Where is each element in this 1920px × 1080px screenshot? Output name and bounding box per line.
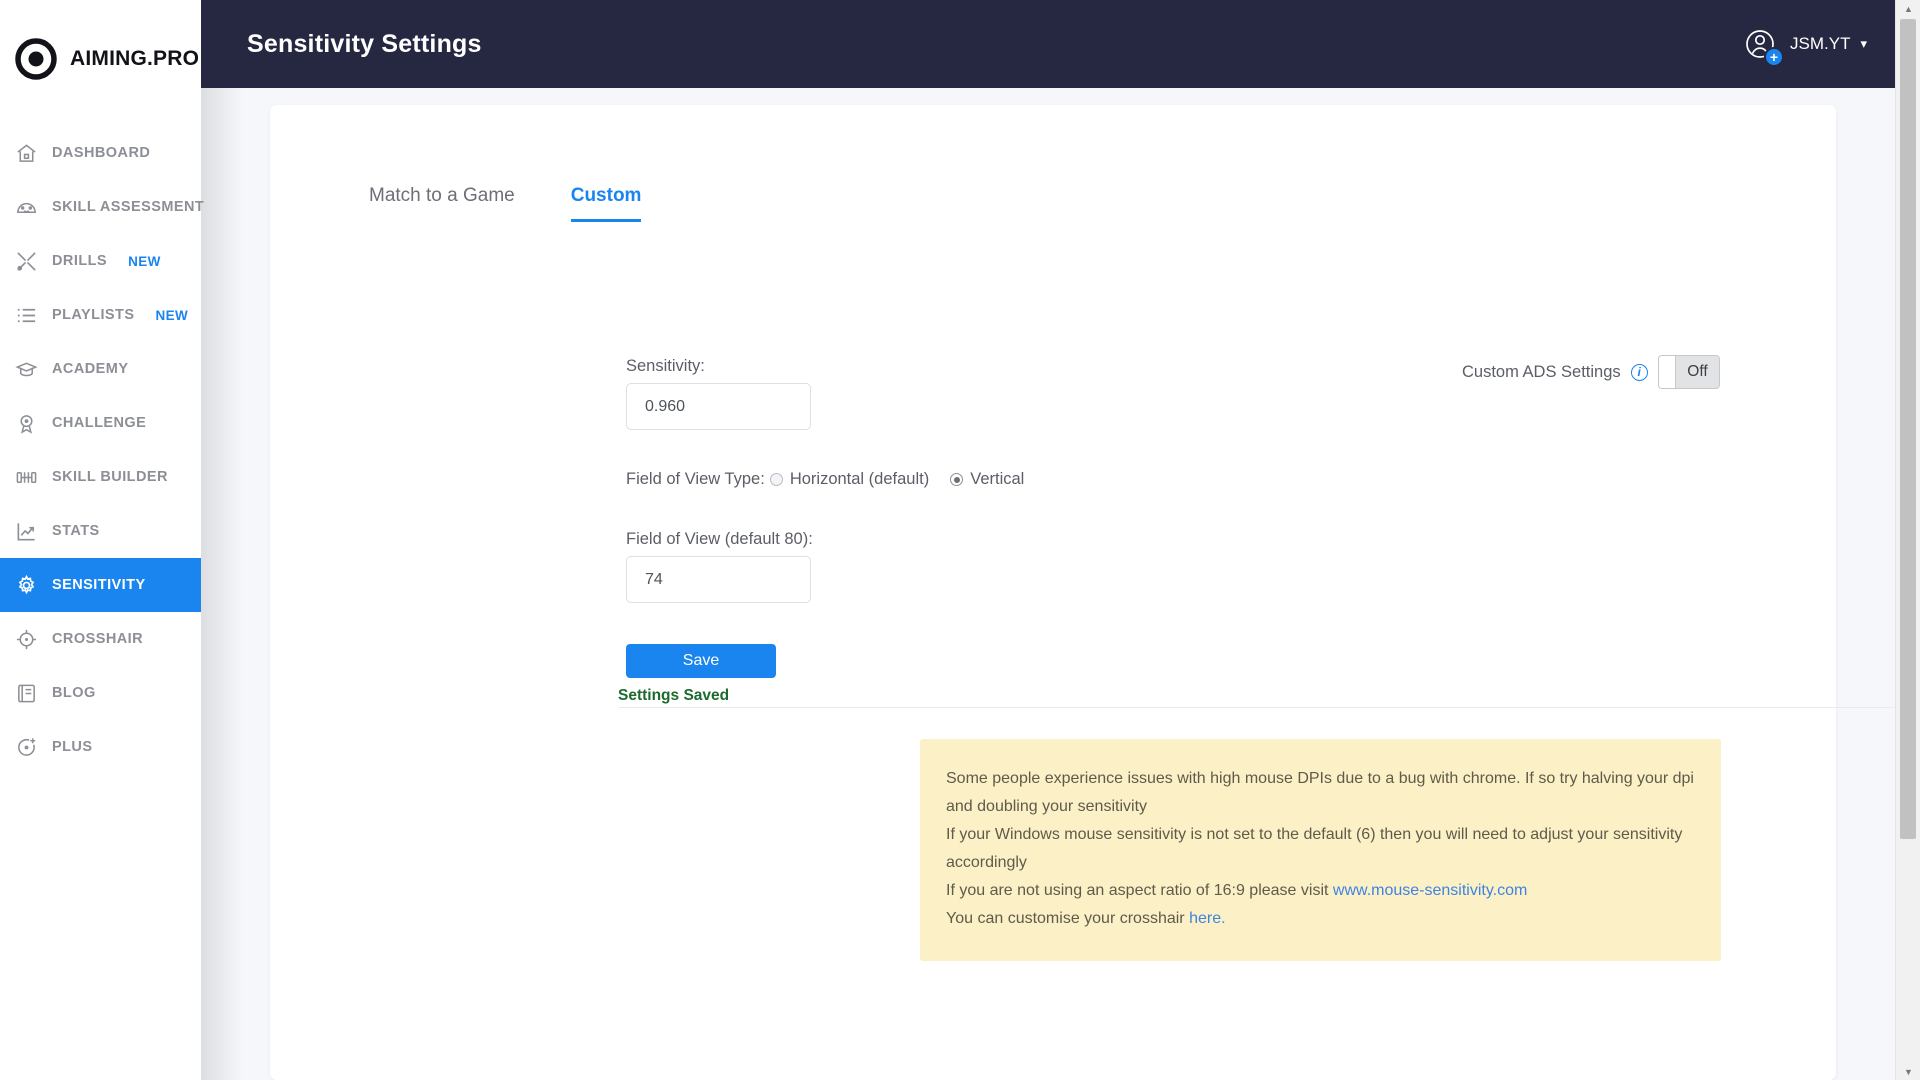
sidebar-item-label: PLUS (52, 739, 92, 755)
home-icon (14, 141, 38, 165)
sidebar-item-skill-builder[interactable]: SKILL BUILDER (0, 450, 201, 504)
fov-input[interactable] (626, 556, 811, 603)
target-icon (14, 37, 58, 81)
brand-name: AIMING.PRO (70, 47, 199, 71)
sidebar-item-label: DASHBOARD (52, 145, 150, 161)
sensitivity-label: Sensitivity: (626, 357, 705, 376)
sidebar-item-plus[interactable]: PLUS (0, 720, 201, 774)
sidebar-item-label: STATS (52, 523, 100, 539)
sidebar-item-drills[interactable]: DRILLS NEW (0, 234, 201, 288)
sidebar-item-stats[interactable]: STATS (0, 504, 201, 558)
user-menu[interactable]: + JSM.YT ▾ (1739, 23, 1867, 65)
note-line-2: If your Windows mouse sensitivity is not… (946, 821, 1695, 877)
sidebar-item-skill-assessment[interactable]: SKILL ASSESSMENT (0, 180, 201, 234)
sidebar-nav: DASHBOARD SKILL ASSESSMENT DRILLS NEW PL… (0, 126, 201, 774)
custom-ads-label: Custom ADS Settings (1462, 363, 1621, 382)
sidebar-item-academy[interactable]: ACADEMY (0, 342, 201, 396)
dumbbell-icon (14, 465, 38, 489)
settings-card: Match to a Game Custom Sensitivity: Fiel… (270, 105, 1836, 1080)
sidebar-item-sensitivity[interactable]: SENSITIVITY (0, 558, 201, 612)
sidebar-item-blog[interactable]: BLOG (0, 666, 201, 720)
book-icon (14, 681, 38, 705)
gauge-icon (14, 195, 38, 219)
avatar: + (1739, 23, 1781, 65)
note-line-3: If you are not using an aspect ratio of … (946, 877, 1695, 905)
sensitivity-input[interactable] (626, 383, 811, 430)
medal-icon (14, 411, 38, 435)
radio-horizontal-label: Horizontal (default) (790, 470, 929, 489)
list-icon (14, 303, 38, 327)
browser-scrollbar[interactable]: ▲ ▼ (1895, 0, 1920, 1080)
avatar-add-badge[interactable]: + (1764, 47, 1784, 67)
note-line-1: Some people experience issues with high … (946, 765, 1695, 821)
gear-icon (14, 573, 38, 597)
target-plus-icon (14, 735, 38, 759)
sidebar-item-label: SKILL ASSESSMENT (52, 199, 204, 215)
sidebar-item-dashboard[interactable]: DASHBOARD (0, 126, 201, 180)
scroll-down-arrow-icon[interactable]: ▼ (1896, 1063, 1920, 1080)
section-divider (619, 707, 1920, 708)
custom-ads-toggle[interactable]: Off (1658, 355, 1720, 389)
custom-ads-row: Custom ADS Settings i Off (1462, 355, 1720, 389)
sidebar: AIMING.PRO DASHBOARD SKILL ASSESSMENT DR… (0, 0, 201, 1080)
sidebar-item-challenge[interactable]: CHALLENGE (0, 396, 201, 450)
tab-custom[interactable]: Custom (571, 185, 642, 222)
note-line-4-text: You can customise your crosshair (946, 910, 1189, 927)
note-line-3-text: If you are not using an aspect ratio of … (946, 882, 1333, 899)
sidebar-item-label: BLOG (52, 685, 96, 701)
tab-bar: Match to a Game Custom (369, 185, 641, 222)
toggle-state-label: Off (1687, 363, 1718, 381)
radio-vertical[interactable] (950, 473, 963, 486)
sidebar-item-label: SKILL BUILDER (52, 469, 168, 485)
sidebar-item-label: SENSITIVITY (52, 577, 146, 593)
radio-horizontal[interactable] (770, 473, 783, 486)
fov-label: Field of View (default 80): (626, 530, 813, 549)
tab-match-to-a-game[interactable]: Match to a Game (369, 185, 515, 222)
toggle-knob (1659, 356, 1676, 388)
sidebar-item-label: PLAYLISTS (52, 307, 134, 323)
crosshair-icon (14, 627, 38, 651)
tools-icon (14, 249, 38, 273)
sidebar-item-label: CROSSHAIR (52, 631, 143, 647)
settings-saved-message: Settings Saved (618, 687, 729, 705)
scrollbar-thumb[interactable] (1900, 19, 1916, 839)
sidebar-item-playlists[interactable]: PLAYLISTS NEW (0, 288, 201, 342)
info-note-box: Some people experience issues with high … (920, 739, 1721, 961)
scroll-up-arrow-icon[interactable]: ▲ (1896, 0, 1920, 17)
sidebar-item-label: DRILLS (52, 253, 107, 269)
fov-type-label: Field of View Type: (626, 470, 765, 489)
page-title: Sensitivity Settings (247, 30, 482, 59)
app-header: Sensitivity Settings + JSM.YT ▾ (201, 0, 1895, 88)
sidebar-item-crosshair[interactable]: CROSSHAIR (0, 612, 201, 666)
chevron-down-icon[interactable]: ▾ (1860, 36, 1867, 52)
user-name: JSM.YT (1790, 34, 1850, 54)
brand-logo[interactable]: AIMING.PRO (0, 0, 201, 118)
note-line-4: You can customise your crosshair here. (946, 905, 1695, 933)
info-icon[interactable]: i (1631, 364, 1648, 381)
new-badge: NEW (155, 308, 188, 323)
crosshair-here-link[interactable]: here. (1189, 910, 1225, 927)
sidebar-shadow (201, 88, 243, 1080)
radio-vertical-label: Vertical (970, 470, 1024, 489)
save-button[interactable]: Save (626, 644, 776, 678)
mouse-sensitivity-link[interactable]: www.mouse-sensitivity.com (1333, 882, 1527, 899)
fov-type-row: Field of View Type: Horizontal (default)… (626, 470, 1024, 489)
graduation-icon (14, 357, 38, 381)
chart-line-icon (14, 519, 38, 543)
new-badge: NEW (128, 254, 161, 269)
sidebar-item-label: ACADEMY (52, 361, 128, 377)
sidebar-item-label: CHALLENGE (52, 415, 146, 431)
